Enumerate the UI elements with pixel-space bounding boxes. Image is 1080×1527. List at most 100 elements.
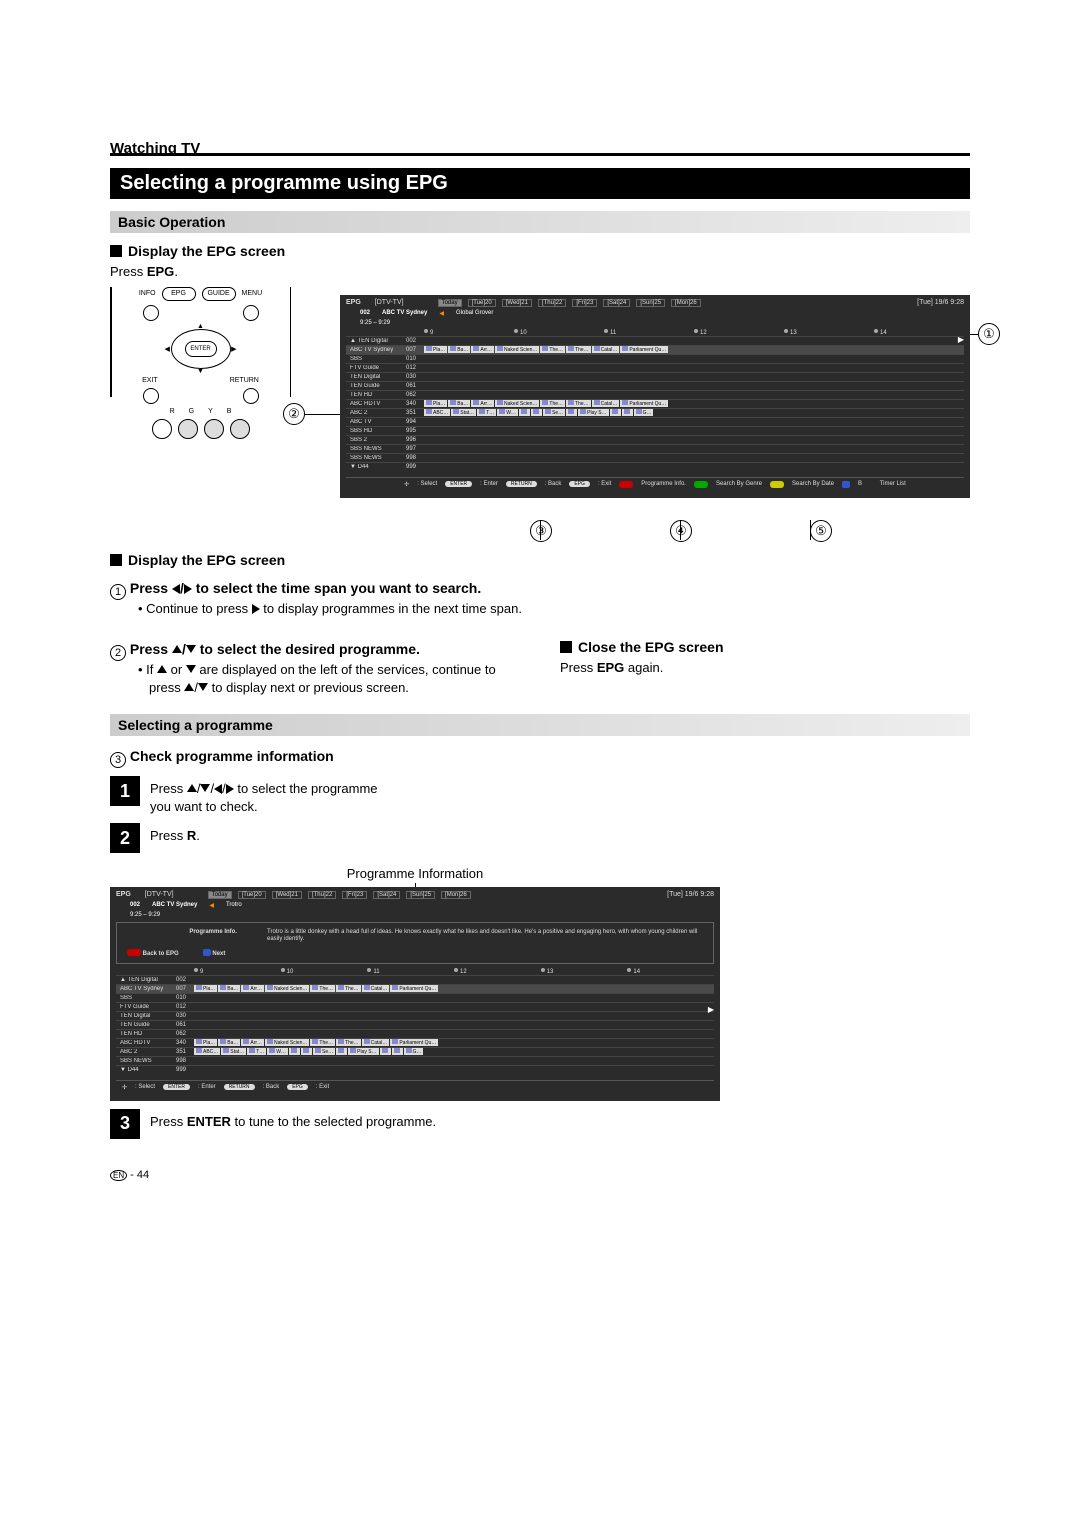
epg-programme-cell: Pla…: [194, 985, 217, 992]
epg-channel-number: 996: [406, 437, 424, 443]
step-2: 2 Press / to select the desired programm…: [110, 641, 520, 661]
epg-channel-row: SBS HD995: [346, 426, 964, 435]
remote-menu-circle: [243, 305, 259, 321]
epg-programme-cell: Stat…: [221, 1048, 246, 1055]
epg-channel-name: SBS 2: [346, 437, 406, 443]
epg-channel-row: ▼ D44999: [116, 1065, 714, 1074]
epg2-datetime: [Tue] 19/6 9:28: [667, 891, 714, 898]
epg-time-cell: 13: [541, 968, 628, 975]
epg-channel-name: SBS HD: [346, 428, 406, 434]
epg2-foot-exit: : Exit: [316, 1084, 329, 1090]
epg-channel-row: ▲ TEN Digital002: [116, 975, 714, 984]
callout-3: ③: [530, 520, 552, 542]
epg-programme-cell: The…: [566, 346, 591, 353]
remote-yellow-button: [204, 419, 224, 439]
epg-time-cell: 10: [281, 968, 368, 975]
close-epg-text: Press EPG again.: [560, 659, 970, 677]
press-epg-text: Press EPG.: [110, 263, 970, 281]
epg-foot-blue-icon: [842, 481, 850, 488]
display-epg-heading-1: Display the EPG screen: [110, 243, 970, 259]
epg-channel-name: SBS NEWS: [346, 455, 406, 461]
epg-foot-green: Search By Genre: [716, 481, 762, 487]
epg-programme-cell: [531, 409, 542, 416]
epg-foot-red-icon: [619, 481, 633, 488]
epg-programme-cell: The…: [540, 400, 565, 407]
epg-programme-cell: Parliament Qu…: [390, 1039, 438, 1046]
epg-programme-cell: Catal…: [592, 400, 620, 407]
basic-operation-bar: Basic Operation: [110, 211, 970, 233]
step-3-heading: 3 Check programme information: [110, 748, 970, 768]
epg-programme-cell: [622, 409, 633, 416]
check-info-label: Check programme information: [126, 748, 334, 764]
numbered-step-1: 1 Press /// to select the programmeyou w…: [110, 776, 970, 815]
epg-channel-row: ▲ TEN Digital002: [346, 336, 964, 345]
epg-day-tab: [Wed]21: [502, 299, 532, 307]
epg-channel-row: FTV Guide012: [346, 363, 964, 372]
step-2-label: Press / to select the desired programme.: [126, 641, 420, 657]
epg-programme-cell: Catal…: [362, 1039, 390, 1046]
epg-programme-cell: ABC…: [194, 1048, 220, 1055]
epg-channel-row: ABC 2351ABC…Stat…T…W…Se…Play S…G…: [116, 1047, 714, 1056]
programme-description: Trotro is a little donkey with a head fu…: [267, 929, 703, 957]
numbered-step-2-text: Press R.: [150, 823, 200, 845]
epg-programme-cell: W…: [267, 1048, 288, 1055]
remote-red-button: [152, 419, 172, 439]
epg-day-tab: [Mon]26: [671, 299, 701, 307]
epg-day-tab: [Wed]21: [272, 891, 302, 899]
epg2-title: EPG: [116, 891, 131, 898]
epg-channel-row: ABC TV Sydney007Pla…Ba…Arr…Naked Scien…T…: [116, 984, 714, 993]
epg-programme-cell: Naked Scien…: [265, 1039, 309, 1046]
epg-time-cell: 13: [784, 329, 874, 336]
epg-day-tab: [Tue]20: [238, 891, 266, 899]
rule: [110, 153, 970, 156]
epg-programme-cell: The…: [310, 1039, 335, 1046]
epg-programme-cell: Play S…: [348, 1048, 378, 1055]
epg-channel-number: 030: [176, 1013, 194, 1019]
epg-channel-number: 012: [176, 1004, 194, 1010]
epg-programme-cell: [610, 409, 621, 416]
epg-channel-number: 351: [406, 410, 424, 416]
epg-programme-cell: Catal…: [362, 985, 390, 992]
epg-channel-name: SBS: [116, 995, 176, 1001]
callout-1: ①: [978, 323, 1000, 345]
epg-channel-row: ABC HDTV340Pla…Ba…Arr…Naked Scien…The…Th…: [116, 1038, 714, 1047]
epg-programme-cell: Pla…: [424, 346, 447, 353]
numbered-step-2: 2 Press R.: [110, 823, 970, 853]
remote-blue-button: [230, 419, 250, 439]
epg-channel-number: 062: [406, 392, 424, 398]
step-1: 1 Press / to select the time span you wa…: [110, 580, 970, 600]
epg-programme-cell: Naked Scien…: [495, 346, 539, 353]
epg-programme-cell: W…: [497, 409, 518, 416]
epg-channel-name: FTV Guide: [346, 365, 406, 371]
epg-channel-number: 061: [176, 1022, 194, 1028]
remote-dpad: ENTER ▲ ▼ ◀ ▶: [161, 325, 241, 373]
epg-time-cell: 12: [454, 968, 541, 975]
epg-channel-name: ▼ D44: [116, 1067, 176, 1073]
epg-programme-cell: [519, 409, 530, 416]
epg2-day-tabs: Today[Tue]20[Wed]21[Thu]22[Fri]23[Sat]24…: [208, 891, 471, 899]
epg-channel-number: 998: [406, 455, 424, 461]
numbered-step-1-text: Press /// to select the programmeyou wan…: [150, 776, 378, 815]
page-num: 44: [137, 1169, 149, 1181]
epg-channel-name: SBS NEWS: [116, 1058, 176, 1064]
epg-programme-cells: Pla…Ba…Arr…Naked Scien…The…The…Catal…Par…: [194, 1039, 714, 1046]
epg-channel-number: 062: [176, 1031, 194, 1037]
epg-day-tab: Today: [438, 299, 462, 307]
epg-channel-row: TEN Digital030: [346, 372, 964, 381]
epg-current-programme: Global Grover: [456, 310, 493, 317]
remote-guide-button: GUIDE: [202, 287, 236, 301]
epg-channel-number: 340: [176, 1040, 194, 1046]
epg-day-tab: [Thu]22: [308, 891, 336, 899]
epg-current-num: 002: [360, 310, 370, 317]
epg-channel-name: TEN Digital: [346, 374, 406, 380]
epg-programme-cell: Parliament Qu…: [620, 346, 668, 353]
epg-day-tab: [Fri]23: [342, 891, 367, 899]
epg-channel-name: SBS: [346, 356, 406, 362]
epg-channel-name: ABC 2: [116, 1049, 176, 1055]
epg-programme-cell: Arr…: [471, 346, 494, 353]
epg-channel-name: TEN HD: [116, 1031, 176, 1037]
epg-channel-number: 030: [406, 374, 424, 380]
epg-day-tab: [Sun]25: [406, 891, 435, 899]
epg-channel-row: TEN Digital030: [116, 1011, 714, 1020]
epg-programme-cell: G…: [404, 1048, 424, 1055]
